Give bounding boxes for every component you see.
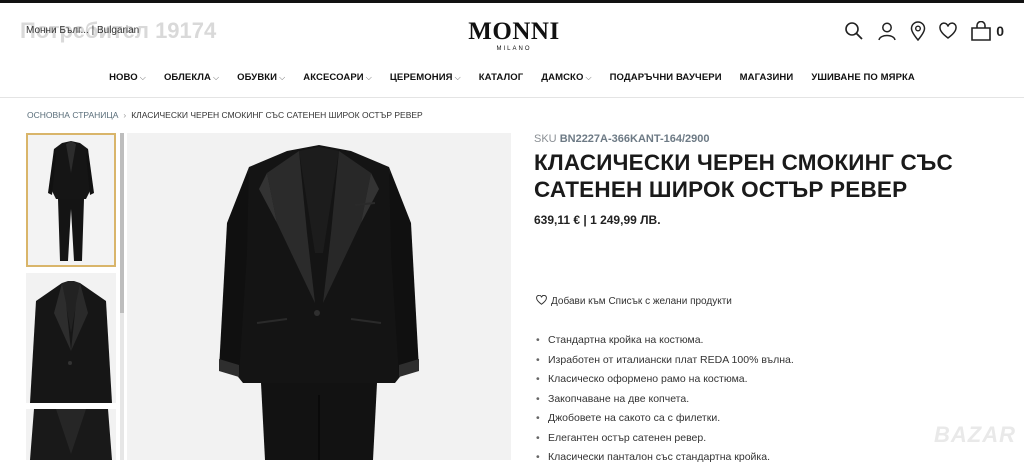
feature-item: Класически панталон със стандартна кройк…: [534, 448, 794, 468]
logo-brand: MONNI: [459, 18, 569, 46]
site-logo[interactable]: MONNI MILANO: [459, 18, 569, 52]
thumbnail-2[interactable]: [26, 273, 116, 403]
cart-count[interactable]: 0: [996, 23, 1004, 39]
nav-item-label: АКСЕСОАРИ: [303, 72, 363, 83]
bazar-logo: BAZAR: [934, 422, 1016, 448]
nav-item-label: МАГАЗИНИ: [740, 72, 794, 83]
chevron-down-icon: ⌵: [366, 73, 372, 82]
product-title: КЛАСИЧЕСКИ ЧЕРЕН СМОКИНГ СЪС САТЕНЕН ШИР…: [534, 149, 1004, 203]
scrollbar-handle[interactable]: [120, 133, 124, 313]
heart-icon[interactable]: [939, 22, 957, 40]
chevron-down-icon: ⌵: [455, 73, 461, 82]
logo-sub: MILANO: [459, 46, 569, 52]
header-divider: [0, 97, 1024, 98]
thumbnail-3[interactable]: [26, 409, 116, 460]
chevron-down-icon: ⌵: [140, 73, 146, 82]
nav-item-5[interactable]: ЦЕРЕМОНИЯ⌵: [381, 72, 470, 83]
nav-item-2[interactable]: ОБЛЕКЛА⌵: [155, 72, 228, 83]
nav-item-label: ОБЛЕКЛА: [164, 72, 211, 83]
breadcrumb-home[interactable]: ОСНОВНА СТРАНИЦА: [27, 110, 118, 120]
main-nav: НОВО⌵ОБЛЕКЛА⌵ОБУВКИ⌵АКСЕСОАРИ⌵ЦЕРЕМОНИЯ⌵…: [0, 62, 1024, 92]
product-main-image[interactable]: [127, 133, 511, 460]
thumbnail-1[interactable]: [26, 133, 116, 267]
add-to-wishlist-link[interactable]: Добави към Списък с желани продукти: [536, 295, 732, 308]
location-icon[interactable]: [910, 21, 926, 41]
thumbnail-scrollbar[interactable]: [120, 133, 124, 460]
thumbnail-gallery: [26, 133, 118, 460]
cart-icon[interactable]: [970, 21, 992, 41]
nav-item-10[interactable]: УШИВАНЕ ПО МЯРКА: [802, 72, 924, 83]
breadcrumb: ОСНОВНА СТРАНИЦА › КЛАСИЧЕСКИ ЧЕРЕН СМОКИН…: [27, 110, 423, 120]
header-icons: 0: [844, 21, 1004, 41]
heart-outline-icon: [536, 295, 547, 308]
nav-item-3[interactable]: ОБУВКИ⌵: [228, 72, 294, 83]
top-bar: Потребител 19174 Монни Бълг... | Bulgari…: [0, 0, 1024, 62]
wishlist-label: Добави към Списък с желани продукти: [551, 296, 732, 307]
sku-label: SKU: [534, 133, 557, 145]
nav-item-6[interactable]: КАТАЛОГ: [470, 72, 533, 83]
product-price: 639,11 € | 1 249,99 ЛВ.: [534, 213, 1004, 227]
search-icon[interactable]: [844, 21, 864, 41]
feature-item: Джобовете на сакото са с филетки.: [534, 409, 794, 429]
sku-value: BN2227A-366KANT-164/2900: [560, 133, 710, 145]
nav-item-label: ОБУВКИ: [237, 72, 277, 83]
nav-item-label: ПОДАРЪЧНИ ВАУЧЕРИ: [610, 72, 722, 83]
chevron-down-icon: ⌵: [585, 73, 591, 82]
chevron-down-icon: ⌵: [213, 73, 219, 82]
language-selector[interactable]: Монни Бълг... | Bulgarian: [26, 25, 139, 36]
feature-item: Класическо оформено рамо на костюма.: [534, 370, 794, 390]
breadcrumb-current: КЛАСИЧЕСКИ ЧЕРЕН СМОКИНГ СЪС САТЕНЕН ШИР…: [131, 110, 423, 120]
feature-item: Закопчаване на две копчета.: [534, 390, 794, 410]
feature-list: Стандартна кройка на костюма.Изработен о…: [534, 331, 794, 468]
nav-item-4[interactable]: АКСЕСОАРИ⌵: [294, 72, 381, 83]
breadcrumb-separator: ›: [123, 110, 126, 120]
chevron-down-icon: ⌵: [279, 73, 285, 82]
nav-item-label: ЦЕРЕМОНИЯ: [390, 72, 453, 83]
nav-item-1[interactable]: НОВО⌵: [100, 72, 155, 83]
product-sku: SKU BN2227A-366KANT-164/2900: [534, 133, 1004, 145]
user-icon[interactable]: [877, 21, 897, 41]
nav-item-label: НОВО: [109, 72, 138, 83]
nav-item-7[interactable]: ДАМСКО⌵: [532, 72, 600, 83]
nav-item-label: УШИВАНЕ ПО МЯРКА: [811, 72, 915, 83]
product-info: SKU BN2227A-366KANT-164/2900 КЛАСИЧЕСКИ …: [534, 133, 1004, 227]
nav-item-8[interactable]: ПОДАРЪЧНИ ВАУЧЕРИ: [601, 72, 731, 83]
nav-item-9[interactable]: МАГАЗИНИ: [731, 72, 803, 83]
feature-item: Стандартна кройка на костюма.: [534, 331, 794, 351]
nav-item-label: ДАМСКО: [541, 72, 583, 83]
feature-item: Изработен от италиански плат REDA 100% в…: [534, 351, 794, 371]
feature-item: Елегантен остър сатенен ревер.: [534, 429, 794, 449]
nav-item-label: КАТАЛОГ: [479, 72, 524, 83]
